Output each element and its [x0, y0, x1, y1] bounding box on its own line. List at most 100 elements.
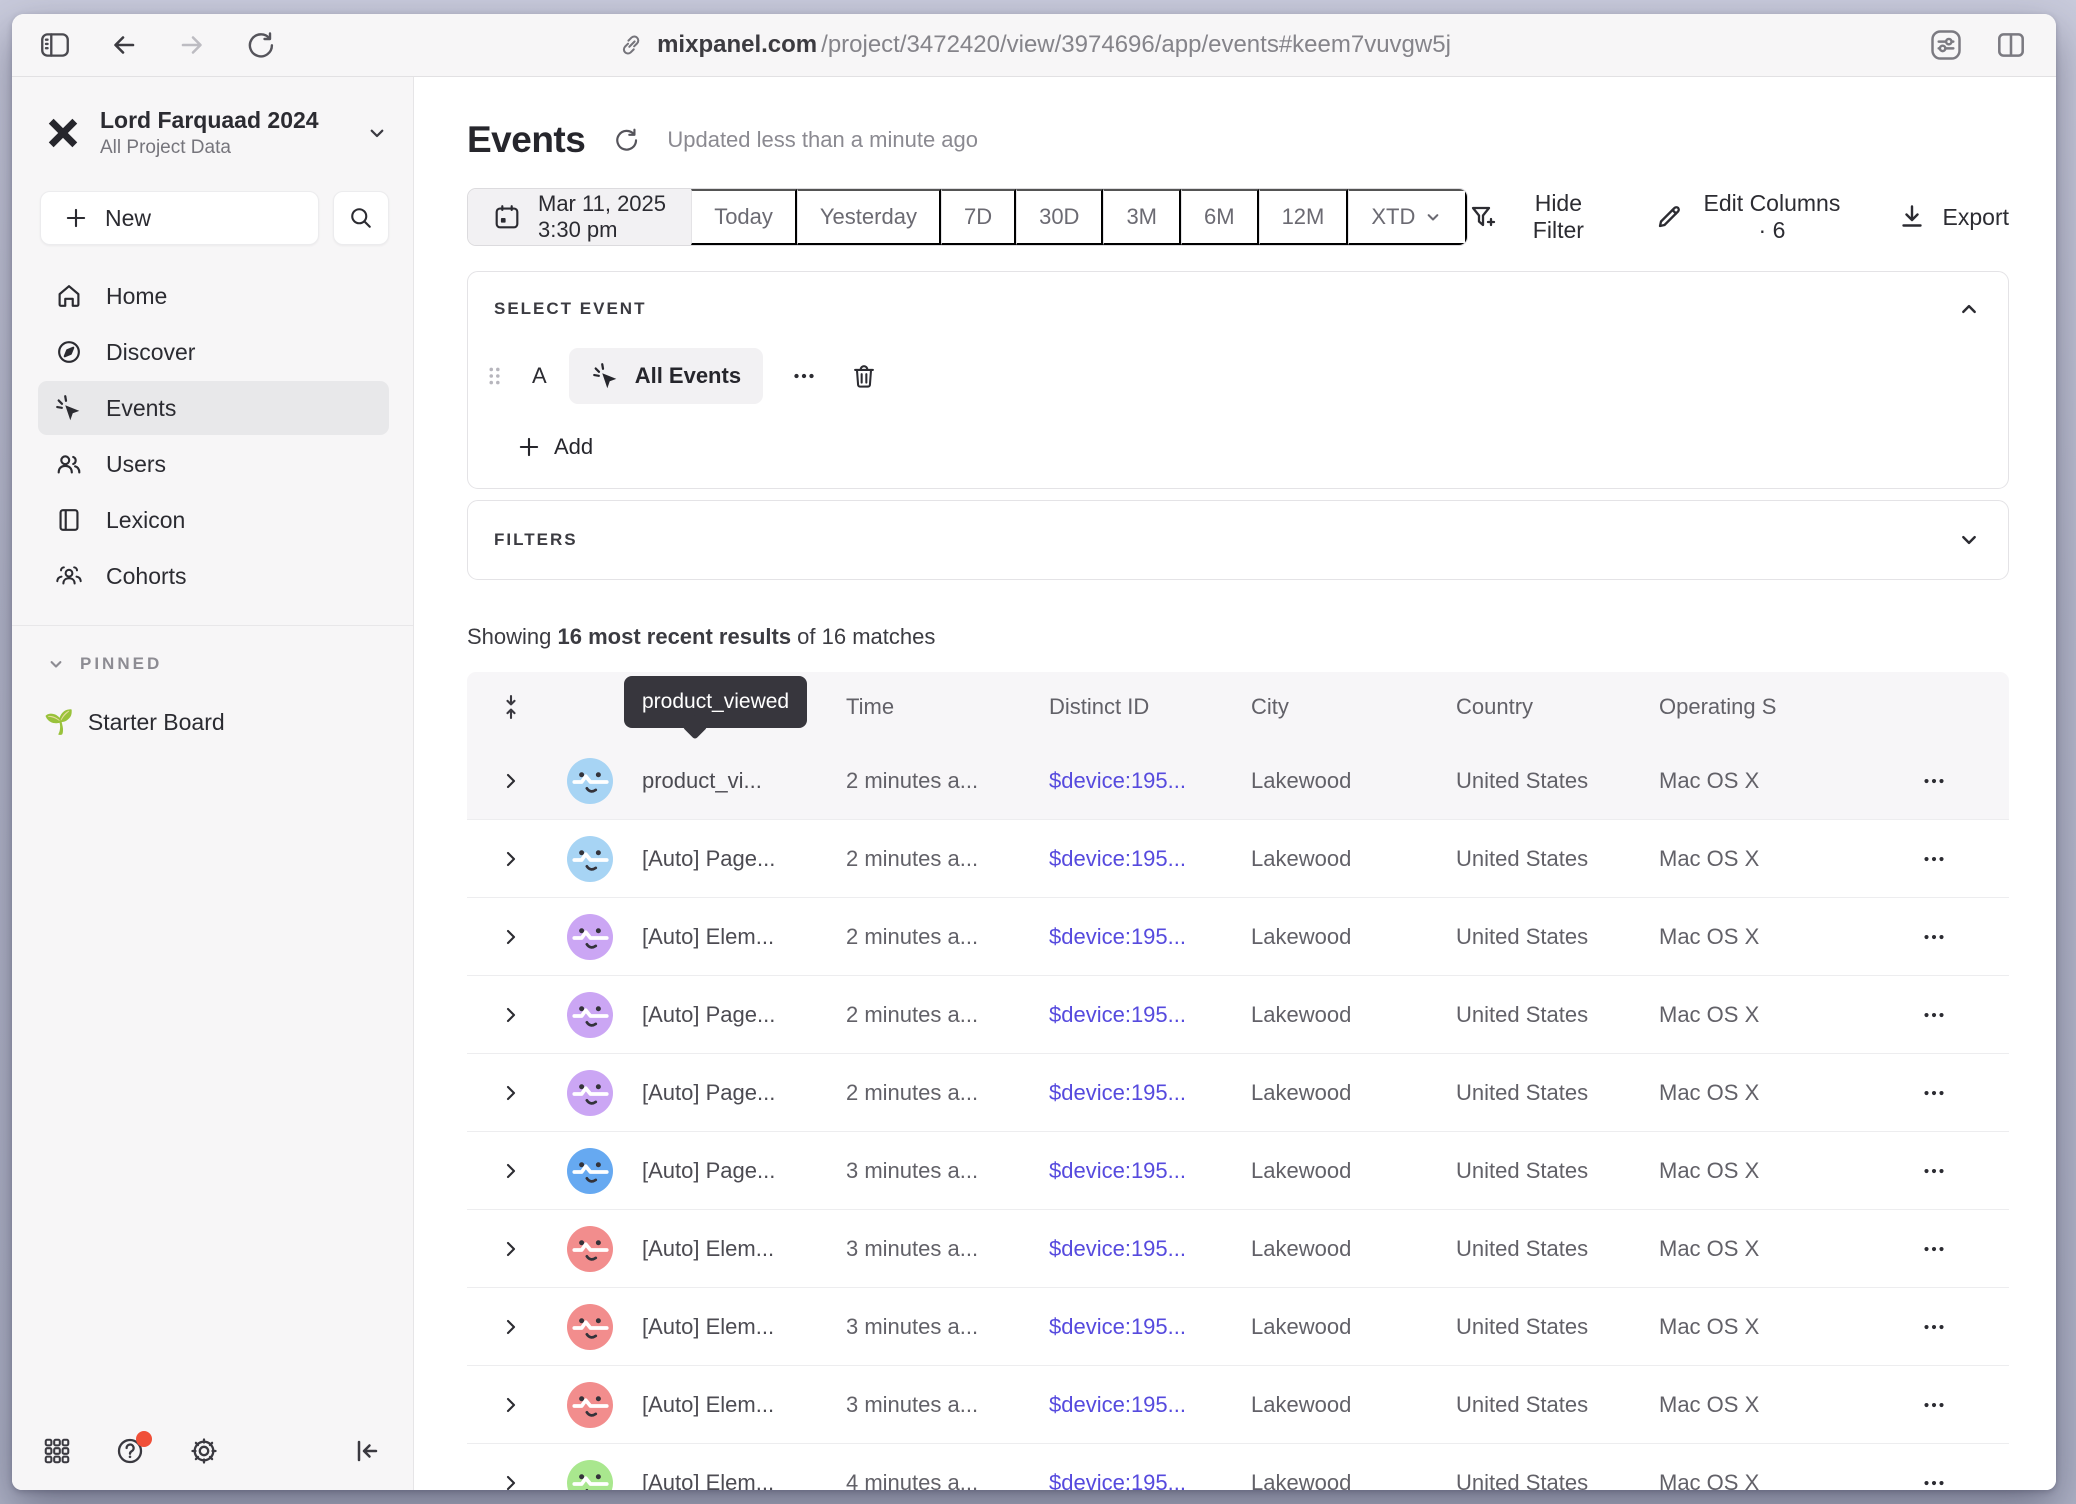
column-header-time[interactable]: Time — [846, 694, 1049, 720]
distinct-id-link[interactable]: $device:195... — [1049, 1236, 1186, 1262]
expand-card-chevron-down-icon[interactable] — [1956, 527, 1982, 553]
sidebar-item-events[interactable]: Events — [38, 381, 389, 435]
browser-sidebar-toggle-icon[interactable] — [38, 28, 72, 62]
pinned-section-header[interactable]: PINNED — [12, 626, 413, 674]
row-more-options-icon[interactable] — [1919, 766, 1949, 796]
range-3m-button[interactable]: 3M — [1103, 189, 1181, 245]
expand-row-chevron-right-icon[interactable] — [499, 1081, 523, 1105]
column-header-distinct-id[interactable]: Distinct ID — [1049, 694, 1251, 720]
collapse-all-rows-icon[interactable] — [497, 693, 525, 721]
refresh-icon[interactable] — [244, 29, 276, 61]
table-row[interactable]: [Auto] Elem... 4 minutes a... $device:19… — [467, 1444, 2009, 1490]
new-button-label: New — [105, 205, 151, 232]
edit-columns-button[interactable]: Edit Columns · 6 — [1653, 190, 1843, 244]
expand-row-chevron-right-icon[interactable] — [499, 925, 523, 949]
row-more-options-icon[interactable] — [1919, 1078, 1949, 1108]
distinct-id-link[interactable]: $device:195... — [1049, 1080, 1186, 1106]
expand-row-chevron-right-icon[interactable] — [499, 1003, 523, 1027]
select-event-card: SELECT EVENT A All Events — [467, 271, 2009, 489]
browser-customize-icon[interactable] — [1928, 27, 1964, 63]
drag-handle-icon[interactable] — [484, 361, 506, 391]
range-30d-button[interactable]: 30D — [1016, 189, 1103, 245]
time-cell: 2 minutes a... — [846, 1002, 1049, 1028]
row-more-options-icon[interactable] — [1919, 1312, 1949, 1342]
sidebar-item-label: Discover — [106, 339, 195, 366]
row-more-options-icon[interactable] — [1919, 844, 1949, 874]
distinct-id-cell: $device:195... — [1049, 768, 1251, 794]
row-more-options-icon[interactable] — [1919, 1000, 1949, 1030]
refresh-results-icon[interactable] — [611, 125, 641, 155]
sidebar-item-discover[interactable]: Discover — [38, 325, 389, 379]
apps-grid-icon[interactable] — [42, 1436, 72, 1466]
table-row[interactable]: [Auto] Elem... 3 minutes a... $device:19… — [467, 1366, 2009, 1444]
range-yesterday-button[interactable]: Yesterday — [797, 189, 941, 245]
table-row[interactable]: [Auto] Elem... 3 minutes a... $device:19… — [467, 1210, 2009, 1288]
column-header-os[interactable]: Operating S — [1659, 694, 1879, 720]
row-more-options-icon[interactable] — [1919, 922, 1949, 952]
range-xtd-button[interactable]: XTD — [1348, 189, 1467, 245]
back-icon[interactable] — [108, 29, 140, 61]
sidebar-item-cohorts[interactable]: Cohorts — [38, 549, 389, 603]
date-picker-button[interactable]: Mar 11, 2025 3:30 pm — [468, 189, 691, 245]
project-switcher[interactable]: Lord Farquaad 2024 All Project Data — [12, 77, 413, 165]
event-more-options-icon[interactable] — [789, 361, 819, 391]
distinct-id-link[interactable]: $device:195... — [1049, 1470, 1186, 1491]
range-7d-button[interactable]: 7D — [941, 189, 1016, 245]
table-row[interactable]: [Auto] Page... 2 minutes a... $device:19… — [467, 976, 2009, 1054]
range-today-button[interactable]: Today — [691, 189, 797, 245]
os-cell: Mac OS X — [1659, 1080, 1879, 1106]
split-view-icon[interactable] — [1994, 28, 2028, 62]
distinct-id-cell: $device:195... — [1049, 1080, 1251, 1106]
export-button[interactable]: Export — [1896, 201, 2009, 233]
collapse-sidebar-icon[interactable] — [351, 1435, 383, 1467]
new-button[interactable]: New — [40, 191, 319, 245]
city-cell: Lakewood — [1251, 1314, 1456, 1340]
event-name-cell: [Auto] Elem... — [642, 1392, 846, 1418]
sidebar-item-starter-board[interactable]: 🌱 Starter Board — [12, 674, 413, 737]
row-more-options-icon[interactable] — [1919, 1468, 1949, 1491]
table-row[interactable]: [Auto] Elem... 3 minutes a... $device:19… — [467, 1288, 2009, 1366]
expand-row-chevron-right-icon[interactable] — [499, 1315, 523, 1339]
table-row[interactable]: [Auto] Page... 2 minutes a... $device:19… — [467, 1054, 2009, 1132]
expand-row-chevron-right-icon[interactable] — [499, 1471, 523, 1491]
table-row[interactable]: product_vi... 2 minutes a... $device:195… — [467, 742, 2009, 820]
row-more-options-icon[interactable] — [1919, 1390, 1949, 1420]
range-12m-button[interactable]: 12M — [1259, 189, 1349, 245]
column-header-city[interactable]: City — [1251, 694, 1456, 720]
distinct-id-link[interactable]: $device:195... — [1049, 1392, 1186, 1418]
search-button[interactable] — [333, 191, 389, 245]
delete-event-trash-icon[interactable] — [849, 361, 879, 391]
distinct-id-cell: $device:195... — [1049, 1002, 1251, 1028]
row-more-options-icon[interactable] — [1919, 1234, 1949, 1264]
distinct-id-link[interactable]: $device:195... — [1049, 1002, 1186, 1028]
event-selector-chip[interactable]: All Events — [569, 348, 763, 404]
expand-row-chevron-right-icon[interactable] — [499, 1237, 523, 1261]
distinct-id-link[interactable]: $device:195... — [1049, 846, 1186, 872]
sidebar-item-home[interactable]: Home — [38, 269, 389, 323]
table-row[interactable]: [Auto] Elem... 2 minutes a... $device:19… — [467, 898, 2009, 976]
distinct-id-link[interactable]: $device:195... — [1049, 924, 1186, 950]
hide-filter-button[interactable]: Hide Filter — [1468, 190, 1601, 244]
city-cell: Lakewood — [1251, 1080, 1456, 1106]
expand-row-chevron-right-icon[interactable] — [499, 1393, 523, 1417]
event-name-cell: [Auto] Elem... — [642, 1236, 846, 1262]
add-event-button[interactable]: Add — [468, 404, 2008, 488]
table-row[interactable]: [Auto] Page... 2 minutes a... $device:19… — [467, 820, 2009, 898]
time-cell: 2 minutes a... — [846, 1080, 1049, 1106]
expand-row-chevron-right-icon[interactable] — [499, 847, 523, 871]
expand-row-chevron-right-icon[interactable] — [499, 1159, 523, 1183]
sidebar-item-users[interactable]: Users — [38, 437, 389, 491]
forward-icon[interactable] — [176, 29, 208, 61]
address-bar[interactable]: mixpanel.com/project/3472420/view/397469… — [617, 31, 1451, 59]
row-more-options-icon[interactable] — [1919, 1156, 1949, 1186]
sidebar-item-lexicon[interactable]: Lexicon — [38, 493, 389, 547]
column-header-country[interactable]: Country — [1456, 694, 1659, 720]
range-6m-button[interactable]: 6M — [1181, 189, 1259, 245]
collapse-card-chevron-up-icon[interactable] — [1956, 296, 1982, 322]
distinct-id-link[interactable]: $device:195... — [1049, 1158, 1186, 1184]
settings-gear-icon[interactable] — [188, 1435, 220, 1467]
distinct-id-link[interactable]: $device:195... — [1049, 1314, 1186, 1340]
distinct-id-link[interactable]: $device:195... — [1049, 768, 1186, 794]
expand-row-chevron-right-icon[interactable] — [499, 769, 523, 793]
table-row[interactable]: [Auto] Page... 3 minutes a... $device:19… — [467, 1132, 2009, 1210]
